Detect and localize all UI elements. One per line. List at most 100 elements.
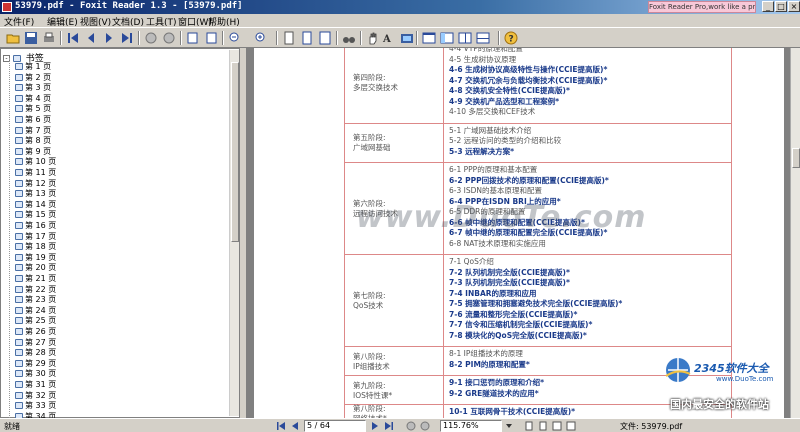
bookmark-item[interactable]: 第 10 页 [15,157,56,166]
bookmark-item[interactable]: 第 6 页 [15,115,51,124]
status-last-page-icon[interactable] [384,421,394,431]
bookmark-item-label: 第 10 页 [25,157,57,167]
status-continuous-facing-icon[interactable] [566,421,576,431]
column-divider [443,123,444,162]
stage-text: QoS技术 [353,301,384,310]
bookmark-page-icon [15,73,23,81]
bookmark-item[interactable]: 第 5 页 [15,104,51,113]
find-binoculars-icon[interactable] [342,31,356,45]
next-page-icon[interactable] [102,31,116,45]
bookmark-item[interactable]: 第 14 页 [15,200,56,209]
fit-width-icon[interactable] [318,31,332,45]
bookmark-item[interactable]: 第 23 页 [15,295,56,304]
bookmark-item[interactable]: 第 29 页 [15,359,56,368]
bookmark-item[interactable]: 第 33 页 [15,401,56,410]
stage-text: 第七阶段: [353,291,386,300]
actual-size-icon[interactable] [282,31,296,45]
bookmark-scrollbar[interactable] [229,50,239,416]
bookmark-item[interactable]: 第 15 页 [15,210,56,219]
last-page-icon[interactable] [120,31,134,45]
topic-line: 10-1 互联网骨干技术(CCIE提高版)* [449,407,576,416]
page-number-field[interactable]: 5 / 64 [304,420,366,432]
continuous-page-icon[interactable] [440,31,454,45]
status-previous-page-icon[interactable] [290,421,300,431]
bookmark-item[interactable]: 第 2 页 [15,73,51,82]
open-folder-icon[interactable] [6,31,20,45]
bookmark-item[interactable]: 第 24 页 [15,306,56,315]
bookmark-item[interactable]: 第 11 页 [15,168,56,177]
previous-page-icon[interactable] [84,31,98,45]
topic-line: 7-2 队列机制完全版(CCIE提高版)* [449,267,570,277]
bookmark-item[interactable]: 第 8 页 [15,136,51,145]
bookmark-item-label: 第 20 页 [25,263,57,273]
bookmark-item[interactable]: 第 18 页 [15,242,56,251]
help-icon[interactable]: ? [504,31,518,45]
bookmark-item[interactable]: 第 20 页 [15,263,56,272]
bookmark-item[interactable]: 第 1 页 [15,62,51,71]
status-forward-icon[interactable] [420,421,430,431]
first-page-icon[interactable] [66,31,80,45]
bookmark-item[interactable]: 第 30 页 [15,369,56,378]
status-single-page-icon[interactable] [524,421,534,431]
snapshot-icon[interactable] [400,31,414,45]
app-icon[interactable] [2,2,12,12]
bookmark-item-label: 第 6 页 [25,115,52,124]
bookmark-item-label: 第 27 页 [25,337,57,347]
back-icon[interactable] [144,31,158,45]
topic-list: 8-1 IP组播技术的原理 8-2 PIM的原理和配置* [449,349,530,370]
text-select-icon[interactable]: A [382,31,396,45]
topic-line: 6-3 ISDN的基本原理和配置 [449,186,542,195]
bookmark-item[interactable]: 第 16 页 [15,221,56,230]
bookmark-item-label: 第 9 页 [25,146,52,156]
bookmark-item[interactable]: 第 32 页 [15,391,56,400]
fit-page-icon[interactable] [300,31,314,45]
hand-tool-icon[interactable] [366,31,380,45]
column-divider [443,405,444,418]
bookmark-item[interactable]: 第 13 页 [15,189,56,198]
zoom-field[interactable]: 115.76% [440,420,502,432]
zoom-out-icon[interactable] [228,31,242,45]
save-icon[interactable] [24,31,38,45]
status-facing-icon[interactable] [552,421,562,431]
bookmark-item[interactable]: 第 3 页 [15,83,51,92]
print-icon[interactable] [42,31,56,45]
status-next-page-icon[interactable] [370,421,380,431]
bookmark-item-label: 第 25 页 [25,316,57,326]
bookmark-scrollbar-thumb[interactable] [231,62,239,242]
status-continuous-icon[interactable] [538,421,548,431]
bookmark-item[interactable]: 第 21 页 [15,274,56,283]
close-button[interactable]: × [788,1,800,12]
stage-text: 第九阶段: [353,380,386,390]
restore-button[interactable]: □ [775,1,787,12]
bookmark-item[interactable]: 第 4 页 [15,94,51,103]
bookmark-item[interactable]: 第 17 页 [15,232,56,241]
bookmark-item[interactable]: 第 22 页 [15,285,56,294]
promo-banner[interactable]: Foxit Reader Pro,work like a pro! [648,1,756,13]
bookmark-item[interactable]: 第 31 页 [15,380,56,389]
bookmark-item[interactable]: 第 26 页 [15,327,56,336]
rotate-left-icon[interactable] [186,31,200,45]
bookmark-item[interactable]: 第 9 页 [15,147,51,156]
minimize-button[interactable]: _ [762,1,774,12]
bookmark-item[interactable]: 第 12 页 [15,179,56,188]
bookmark-item[interactable]: 第 28 页 [15,348,56,357]
facing-page-icon[interactable] [458,31,472,45]
zoom-in-icon[interactable] [254,31,268,45]
bookmark-item[interactable]: 第 27 页 [15,338,56,347]
rotate-right-icon[interactable] [204,31,218,45]
bookmark-page-icon [15,200,23,208]
status-back-icon[interactable] [406,421,416,431]
bookmark-item[interactable]: 第 7 页 [15,126,51,135]
bookmark-item[interactable]: 第 19 页 [15,253,56,262]
bookmark-page-icon [15,137,23,145]
status-first-page-icon[interactable] [276,421,286,431]
document-scrollbar-thumb[interactable] [792,148,800,168]
bookmark-page-icon [15,105,23,113]
continuous-facing-icon[interactable] [476,31,490,45]
forward-icon[interactable] [162,31,176,45]
single-page-icon[interactable] [422,31,436,45]
status-bar: 就绪 5 / 64 115.76% 文件: 53979.pdf [0,418,800,432]
stage-label: 第五阶段: 广域网基础 [353,133,437,153]
zoom-dropdown-icon[interactable] [504,421,514,431]
bookmark-item[interactable]: 第 25 页 [15,316,56,325]
